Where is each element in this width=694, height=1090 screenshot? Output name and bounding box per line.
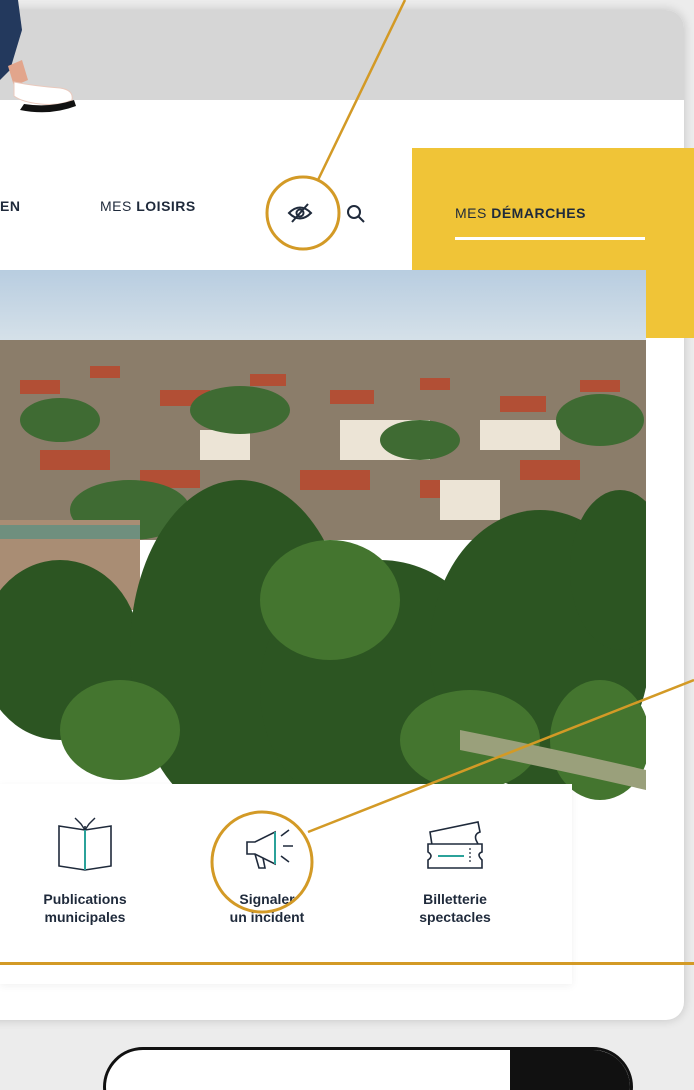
tile-publications-municipales[interactable]: Publications municipales [15, 814, 155, 926]
search-icon[interactable] [345, 203, 367, 225]
quick-access-panel: Publications municipales Signaler un incid… [0, 784, 572, 984]
town-aerial-photo [0, 270, 646, 808]
main-nav: EN MES LOISIRS [0, 198, 400, 230]
nav-item-en[interactable]: EN [0, 198, 20, 214]
nav-item-mes-demarches[interactable]: MES DÉMARCHES [455, 205, 586, 221]
callout-horizontal-line [0, 962, 694, 965]
nav-item-mes-loisirs[interactable]: MES LOISIRS [100, 198, 196, 214]
top-banner [0, 10, 684, 100]
tile-signaler-incident[interactable]: Signaler un incident [197, 814, 337, 926]
tile-billetterie-spectacles[interactable]: Billetterie spectacles [385, 814, 525, 926]
bottom-pill-bar [103, 1047, 633, 1090]
eye-slash-icon[interactable] [286, 202, 314, 224]
open-book-icon [58, 817, 112, 871]
tickets-icon [427, 821, 483, 869]
megaphone-icon [246, 829, 293, 869]
pill-button[interactable] [510, 1050, 630, 1090]
active-underline [455, 237, 645, 240]
person-illustration [0, 0, 76, 113]
